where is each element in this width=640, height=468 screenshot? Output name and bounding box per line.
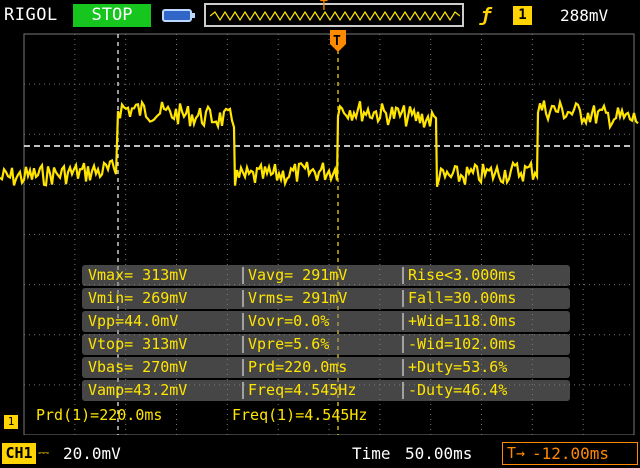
channel-1-tag[interactable]: CH1 — [2, 443, 36, 464]
measurement-value: Vpp=44.0mV — [88, 312, 179, 330]
measurement-row: Vmin= 269mV Vrms= 291mV Fall=30.00ms — [82, 288, 570, 309]
timebase-value: 50.00ms — [405, 444, 473, 463]
top-status-bar: RIGOL STOP T ƒ 1 288mV — [0, 0, 640, 30]
measurement-value: Vrms= 291mV — [248, 289, 348, 307]
column-separator — [242, 313, 244, 330]
column-separator — [242, 382, 244, 399]
measurement-value: Vbas= 270mV — [88, 358, 188, 376]
measurement-value: -Duty=46.4% — [408, 381, 508, 399]
run-stop-status[interactable]: STOP — [73, 4, 151, 27]
trigger-marker-label: T — [333, 34, 341, 49]
memory-depth-bar — [204, 3, 464, 27]
measurement-value: +Wid=118.0ms — [408, 312, 517, 330]
column-separator — [242, 290, 244, 307]
measurement-value: Rise<3.000ms — [408, 266, 517, 284]
column-separator — [402, 267, 404, 284]
column-separator — [402, 336, 404, 353]
bottom-status-bar: CH1 ⎓ 20.0mV Time 50.00ms T→ -12.00ms — [0, 438, 640, 468]
measurement-value: Fall=30.00ms — [408, 289, 517, 307]
trigger-offset-value: -12.00ms — [532, 444, 610, 463]
measurement-row: Vbas= 270mV Prd=220.0ms +Duty=53.6% — [82, 357, 570, 378]
trigger-source-badge[interactable]: 1 — [513, 6, 532, 25]
measurement-value: Vavg= 291mV — [248, 266, 348, 284]
column-separator — [402, 290, 404, 307]
period-measurement: Prd(1)=220.0ms — [36, 406, 163, 424]
column-separator — [242, 359, 244, 376]
column-separator — [402, 313, 404, 330]
battery-icon — [162, 9, 195, 22]
measurement-value: Vamp=43.2mV — [88, 381, 188, 399]
trigger-offset-icon: T→ — [507, 444, 526, 462]
channel-1-offset-marker[interactable]: 1 — [4, 415, 18, 429]
measurement-row: Vpp=44.0mV Vovr=0.0% +Wid=118.0ms — [82, 311, 570, 332]
column-separator — [242, 267, 244, 284]
measurement-value: Vpre=5.6% — [248, 335, 330, 353]
measurement-value: Freq=4.545Hz — [248, 381, 357, 399]
trigger-edge-icon[interactable]: ƒ — [480, 4, 491, 26]
channel-1-waveform — [0, 98, 639, 188]
frequency-measurement: Freq(1)=4.545Hz — [232, 406, 368, 424]
measurement-row: Vamp=43.2mV Freq=4.545Hz -Duty=46.4% — [82, 380, 570, 401]
brand-logo: RIGOL — [4, 5, 58, 25]
trigger-level-value: 288mV — [560, 6, 609, 25]
measurement-row: Vtop= 313mV Vpre=5.6% -Wid=102.0ms — [82, 334, 570, 355]
memory-waveform-icon — [210, 10, 460, 22]
column-separator — [242, 336, 244, 353]
column-separator — [402, 359, 404, 376]
measurement-value: Prd=220.0ms — [248, 358, 348, 376]
measurement-value: Vmax= 313mV — [88, 266, 188, 284]
trigger-position-marker: T — [320, 0, 328, 14]
measurement-table: Vmax= 313mV Vavg= 291mV Rise<3.000ms Vmin= … — [82, 265, 570, 403]
dc-coupling-icon: ⎓ — [38, 445, 50, 461]
measurement-value: -Wid=102.0ms — [408, 335, 517, 353]
measurement-value: Vmin= 269mV — [88, 289, 188, 307]
column-separator — [402, 382, 404, 399]
measurement-value: Vovr=0.0% — [248, 312, 330, 330]
measurement-value: +Duty=53.6% — [408, 358, 508, 376]
timebase-label: Time — [352, 444, 391, 463]
measurement-row: Vmax= 313mV Vavg= 291mV Rise<3.000ms — [82, 265, 570, 286]
measurement-value: Vtop= 313mV — [88, 335, 188, 353]
channel-scale: 20.0mV — [63, 444, 121, 463]
